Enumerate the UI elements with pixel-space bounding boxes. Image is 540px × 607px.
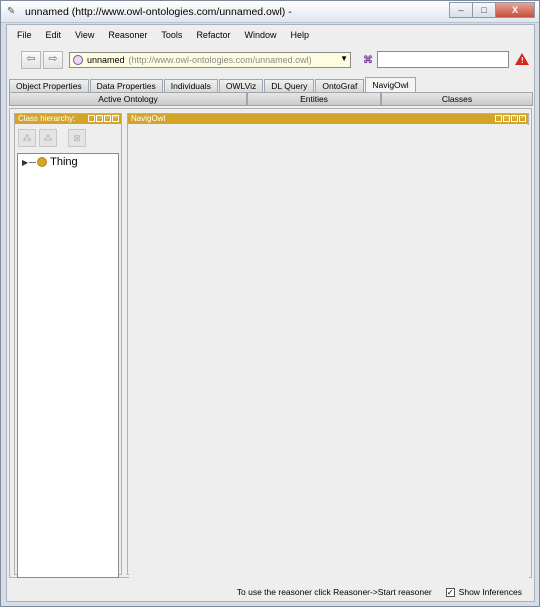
title-bar: ✎ unnamed (http://www.owl-ontologies.com…	[1, 1, 539, 23]
tab-classes[interactable]: Classes	[381, 92, 533, 106]
panel-controls: · ▭ □ ×	[87, 115, 119, 122]
restore-icon[interactable]: ▭	[503, 115, 510, 122]
add-sibling-button[interactable]: ⁂	[39, 129, 57, 147]
delete-class-button[interactable]: ⊠	[68, 129, 86, 147]
class-hierarchy-panel: Class hierarchy: · ▭ □ × ⁂ ⁂ ⊠ ▶ Thing	[14, 113, 122, 578]
class-tree[interactable]: ▶ Thing	[17, 153, 119, 578]
ontology-icon	[70, 52, 86, 68]
tab-navigowl[interactable]: NavigOwl	[365, 77, 416, 93]
menu-edit[interactable]: Edit	[39, 30, 69, 40]
maximize-button[interactable]: □	[472, 2, 496, 18]
app-window: ✎ unnamed (http://www.owl-ontologies.com…	[0, 0, 540, 607]
panel-controls: · ▭ □ ×	[494, 115, 526, 122]
tab-ontograf[interactable]: OntoGraf	[315, 79, 365, 93]
app-icon: ✎	[7, 6, 16, 17]
menu-reasoner[interactable]: Reasoner	[101, 30, 154, 40]
workspace: Class hierarchy: · ▭ □ × ⁂ ⁂ ⊠ ▶ Thing N…	[9, 108, 532, 580]
menu-file[interactable]: File	[10, 30, 39, 40]
navigowl-title: NavigOwl	[131, 114, 166, 123]
tab-entities[interactable]: Entities	[247, 92, 381, 106]
restore-icon[interactable]: ▭	[96, 115, 103, 122]
pin-icon[interactable]: ·	[495, 115, 502, 122]
tab-data-properties[interactable]: Data Properties	[89, 79, 163, 93]
toolbar: ⇦ ⇨ unnamed (http://www.owl-ontologies.c…	[7, 46, 534, 74]
window-title: unnamed (http://www.owl-ontologies.com/u…	[25, 6, 292, 18]
class-hierarchy-toolbar: ⁂ ⁂ ⊠	[15, 126, 119, 150]
search-input[interactable]	[377, 51, 509, 68]
reasoner-status: To use the reasoner click Reasoner->Star…	[236, 587, 432, 597]
tab-individuals[interactable]: Individuals	[163, 79, 218, 93]
navigowl-canvas[interactable]	[129, 125, 529, 580]
minimize-button[interactable]: –	[449, 2, 473, 18]
tree-connector	[29, 161, 37, 163]
warning-exclamation: !	[521, 56, 524, 65]
add-subclass-button[interactable]: ⁂	[18, 129, 36, 147]
menu-refactor[interactable]: Refactor	[189, 30, 237, 40]
show-inferences-label: Show Inferences	[458, 587, 522, 597]
tab-bar: Object Properties Data Properties Indivi…	[9, 77, 417, 93]
forward-button[interactable]: ⇨	[43, 51, 63, 69]
navigowl-header: NavigOwl · ▭ □ ×	[128, 114, 528, 124]
add-sibling-icon: ⁂	[43, 133, 53, 143]
class-hierarchy-title: Class hierarchy:	[18, 114, 76, 123]
menu-view[interactable]: View	[68, 30, 101, 40]
menu-tools[interactable]: Tools	[154, 30, 189, 40]
ontology-uri: (http://www.owl-ontologies.com/unnamed.o…	[128, 55, 312, 65]
add-subclass-icon: ⁂	[22, 133, 32, 143]
class-icon	[37, 157, 48, 167]
tree-node-thing[interactable]: ▶ Thing	[22, 156, 78, 168]
delete-class-icon: ⊠	[73, 133, 81, 143]
tab-owlviz[interactable]: OWLViz	[218, 79, 264, 93]
class-hierarchy-header: Class hierarchy: · ▭ □ ×	[15, 114, 121, 124]
arrow-right-icon: ⇨	[48, 53, 58, 65]
arrow-left-icon: ⇦	[26, 53, 36, 65]
show-inferences-checkbox[interactable]: ✓	[445, 587, 455, 597]
maximize-icon[interactable]: □	[104, 115, 111, 122]
tree-node-label: Thing	[50, 156, 78, 168]
close-icon[interactable]: ×	[112, 115, 119, 122]
ontology-name: unnamed	[87, 55, 125, 65]
status-bar: To use the reasoner click Reasoner->Star…	[7, 583, 534, 601]
tab-active-ontology[interactable]: Active Ontology	[9, 92, 247, 106]
tab-object-properties[interactable]: Object Properties	[9, 79, 89, 93]
chevron-down-icon[interactable]: ▼	[340, 54, 348, 63]
active-ontology-selector[interactable]: unnamed (http://www.owl-ontologies.com/u…	[69, 52, 351, 68]
tab-dl-query[interactable]: DL Query	[264, 79, 315, 93]
client-area: File Edit View Reasoner Tools Refactor W…	[6, 24, 535, 602]
close-icon[interactable]: ×	[519, 115, 526, 122]
menu-bar: File Edit View Reasoner Tools Refactor W…	[7, 25, 534, 45]
window-controls: – □ X	[449, 2, 535, 18]
search-icon: ⌘	[363, 55, 373, 66]
close-button[interactable]: X	[495, 2, 535, 18]
back-button[interactable]: ⇦	[21, 51, 41, 69]
navigowl-panel: NavigOwl · ▭ □ ×	[127, 113, 529, 580]
subtab-bar: Active Ontology Entities Classes	[7, 92, 534, 106]
expand-triangle-icon[interactable]: ▶	[22, 158, 28, 167]
menu-window[interactable]: Window	[237, 30, 283, 40]
maximize-icon[interactable]: □	[511, 115, 518, 122]
menu-help[interactable]: Help	[283, 30, 316, 40]
pin-icon[interactable]: ·	[88, 115, 95, 122]
